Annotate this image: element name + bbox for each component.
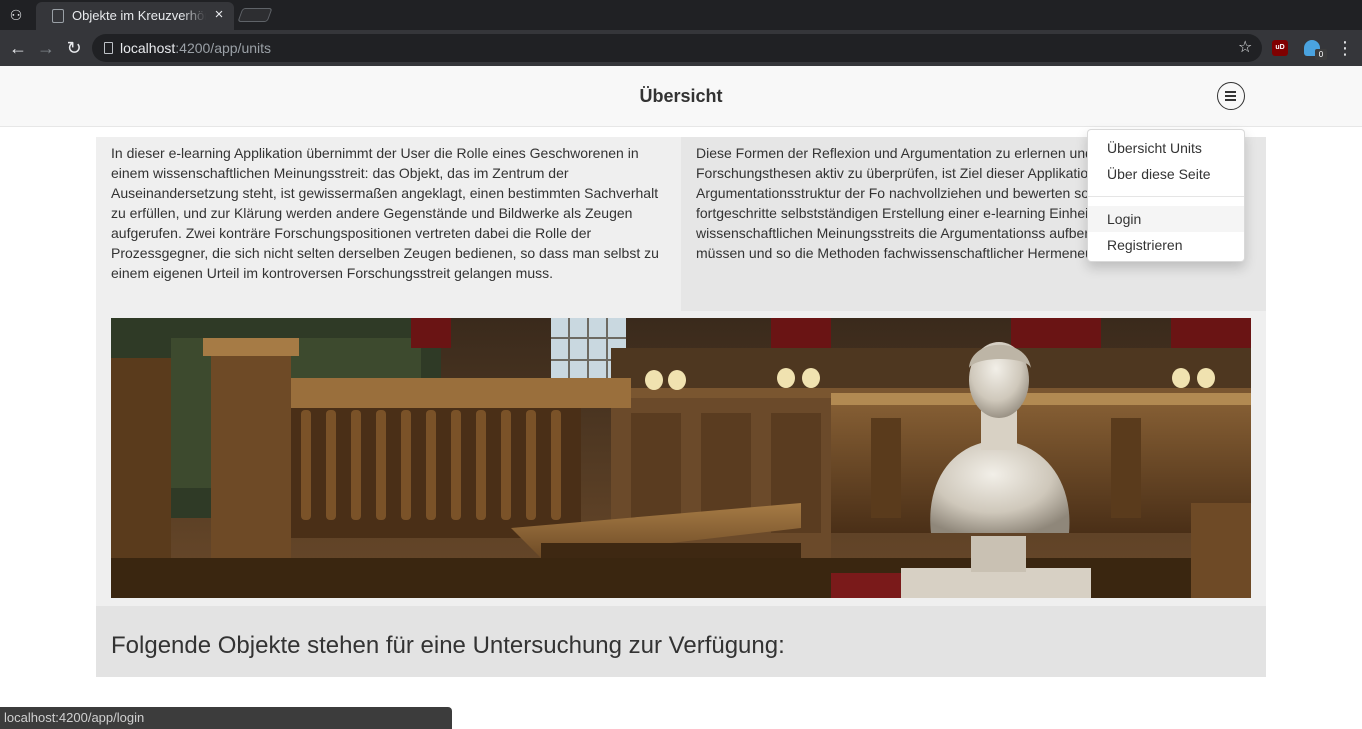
browser-tab-active[interactable]: Objekte im Kreuzverhör ×: [36, 2, 234, 30]
page-info-icon[interactable]: [104, 42, 113, 54]
hamburger-bar: [1225, 95, 1236, 97]
menu-item-register[interactable]: Registrieren: [1088, 232, 1244, 258]
browser-menu-icon[interactable]: ⋮: [1336, 36, 1354, 60]
nav-dropdown-menu: Übersicht Units Über diese Seite Login R…: [1087, 129, 1245, 262]
reload-icon[interactable]: ↻: [62, 36, 86, 60]
new-tab-button[interactable]: [237, 8, 273, 22]
page-title: Übersicht: [639, 86, 723, 106]
browser-toolbar: ← → ↻ localhost:4200/app/units ☆ uD 0 ⋮: [0, 30, 1362, 66]
url-host: localhost: [120, 40, 176, 56]
objects-heading: Folgende Objekte stehen für eine Untersu…: [111, 632, 785, 659]
incognito-icon: ⚇: [9, 7, 23, 23]
page-favicon-icon: [52, 9, 64, 23]
hero-section: [96, 311, 1266, 606]
courtroom-illustration: [111, 318, 1251, 598]
hamburger-bar: [1225, 91, 1236, 93]
tab-title: Objekte im Kreuzverhör: [72, 8, 206, 23]
courtroom-bust-image: [111, 318, 1251, 598]
hamburger-bar: [1225, 99, 1236, 101]
tab-close-icon[interactable]: ×: [210, 6, 228, 24]
forward-arrow-icon[interactable]: →: [34, 36, 58, 60]
back-arrow-icon[interactable]: ←: [6, 36, 30, 60]
intro-text-left: In dieser e-learning Applikation übernim…: [96, 137, 681, 311]
menu-item-login[interactable]: Login: [1088, 206, 1244, 232]
url-path: :4200/app/units: [175, 40, 272, 56]
browser-tabstrip: ⚇ Objekte im Kreuzverhör ×: [0, 0, 1362, 30]
address-url: localhost:4200/app/units: [120, 40, 271, 56]
link-status-bubble: localhost:4200/app/login: [0, 707, 452, 729]
app-navbar: Übersicht: [0, 66, 1362, 127]
ghostery-badge: 0: [1315, 49, 1327, 60]
menu-divider: [1088, 196, 1244, 197]
bookmark-star-icon[interactable]: ☆: [1238, 37, 1252, 57]
menu-item-units-overview[interactable]: Übersicht Units: [1088, 135, 1244, 161]
ublock-extension-icon[interactable]: uD: [1272, 40, 1288, 56]
address-bar[interactable]: localhost:4200/app/units ☆: [92, 34, 1262, 62]
hamburger-menu-icon[interactable]: [1217, 82, 1245, 110]
objects-section: Folgende Objekte stehen für eine Untersu…: [96, 606, 1266, 677]
menu-item-about[interactable]: Über diese Seite: [1088, 161, 1244, 187]
